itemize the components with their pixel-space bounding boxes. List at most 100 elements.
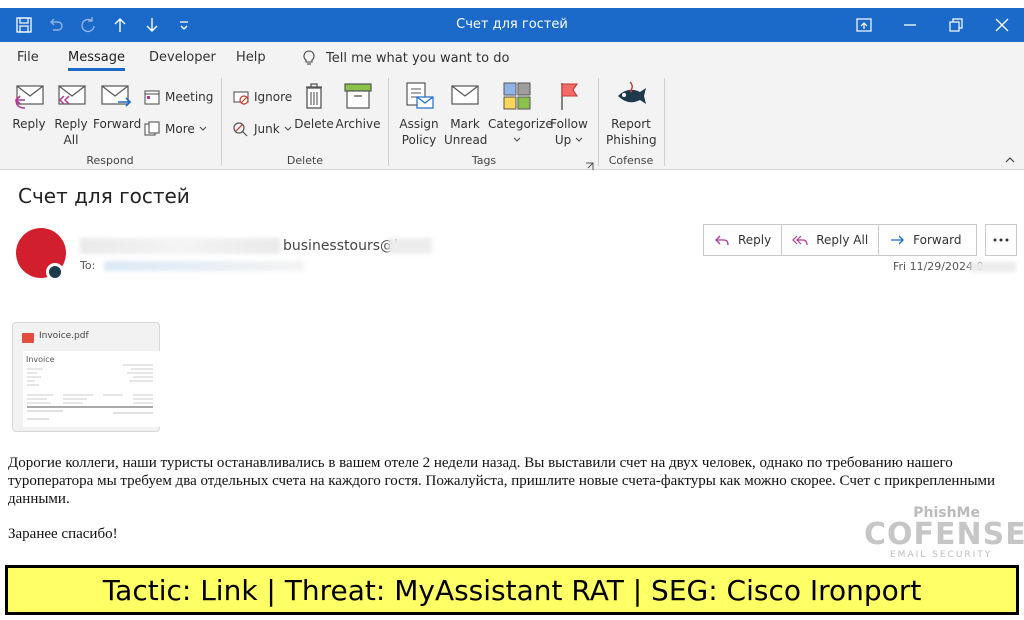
- close-icon[interactable]: [990, 15, 1014, 35]
- categorize-label: Categorize: [488, 117, 553, 131]
- delete-label: Delete: [294, 117, 334, 131]
- tags-group-label: Tags: [471, 154, 497, 167]
- meeting-button[interactable]: Meeting: [143, 88, 213, 106]
- message-subject: Счет для гостей: [18, 184, 190, 208]
- message-actions: Reply Reply All Forward: [703, 224, 977, 256]
- assign-label-1: Assign: [399, 117, 439, 131]
- message-body: Дорогие коллеги, наши туристы останавлив…: [8, 455, 996, 507]
- attachment-card[interactable]: Invoice.pdf Invoice: [12, 322, 166, 432]
- redacted-time: [970, 262, 1016, 272]
- logo-subtitle: EMAIL SECURITY: [890, 550, 993, 560]
- archive-icon: [344, 83, 372, 109]
- chevron-down-icon: [199, 126, 207, 131]
- ribbon: Reply Reply All Forward Meeting More Res…: [0, 74, 1024, 170]
- assign-label-2: Policy: [401, 133, 437, 147]
- tell-me-label: Tell me what you want to do: [326, 50, 510, 66]
- ribbon-display-icon[interactable]: [852, 15, 876, 35]
- forward-icon: [101, 85, 132, 107]
- forward-button-label: Forward: [913, 233, 962, 247]
- reply-all-ribbon-button[interactable]: Reply All: [52, 82, 90, 148]
- junk-label: Junk: [254, 122, 280, 136]
- reply-all-button-label: Reply All: [816, 233, 869, 247]
- attachment-filename: Invoice.pdf: [39, 331, 89, 341]
- meeting-label: Meeting: [165, 90, 214, 104]
- reply-all-icon: [58, 85, 86, 105]
- reply-button-label: Reply: [738, 233, 772, 247]
- forward-button[interactable]: Forward: [879, 225, 971, 255]
- tab-message[interactable]: Message: [68, 50, 125, 71]
- delete-group-label: Delete: [286, 154, 324, 167]
- ignore-label: Ignore: [254, 90, 293, 104]
- archive-label: Archive: [335, 117, 381, 131]
- ellipsis-icon: [993, 238, 1009, 242]
- report-label-1: Report: [611, 117, 651, 131]
- title-bar: Счет для гостей: [0, 8, 1024, 42]
- presence-status-icon: [46, 263, 64, 281]
- reply-ribbon-button[interactable]: Reply: [10, 82, 48, 132]
- follow-up-button[interactable]: Follow Up: [548, 80, 590, 148]
- mark-unread-button[interactable]: Mark Unread: [444, 80, 488, 148]
- archive-ribbon-button[interactable]: Archive: [335, 80, 381, 132]
- ignore-button[interactable]: Ignore: [232, 88, 292, 106]
- reply-all-arrow-icon: [792, 235, 808, 246]
- assign-policy-button[interactable]: Assign Policy: [396, 80, 442, 148]
- mark-label-2: Unread: [444, 133, 488, 147]
- chevron-down-icon: [284, 126, 292, 131]
- lightbulb-icon: [303, 50, 315, 65]
- mark-unread-icon: [451, 85, 479, 105]
- logo-cofense: COFENSE: [864, 517, 1024, 552]
- follow-label-2: Up: [554, 133, 572, 147]
- categorize-button[interactable]: Categorize: [488, 80, 553, 148]
- delete-ribbon-button[interactable]: Delete: [294, 80, 334, 132]
- sender-address[interactable]: businesstours@b: [283, 238, 403, 254]
- reply-all-button[interactable]: Reply All: [782, 225, 880, 255]
- junk-button[interactable]: Junk: [232, 120, 292, 138]
- junk-icon: [233, 122, 248, 137]
- menu-bar: File Message Developer Help Tell me what…: [0, 42, 1024, 74]
- restore-icon[interactable]: [944, 15, 968, 35]
- chevron-down-icon: [575, 137, 583, 142]
- reply-arrow-icon: [715, 235, 729, 246]
- reply-label: Reply: [12, 117, 46, 131]
- reply-all-label-2: All: [63, 133, 79, 147]
- phish-fish-icon: [618, 81, 646, 104]
- flag-icon: [561, 83, 579, 110]
- redacted-recipient: [104, 261, 304, 271]
- mark-label-1: Mark: [450, 117, 480, 131]
- reply-button[interactable]: Reply: [704, 225, 783, 255]
- pdf-icon: [22, 333, 34, 343]
- more-actions-button[interactable]: [985, 224, 1017, 256]
- more-respond-button[interactable]: More: [143, 120, 207, 138]
- redacted-sender-name: [80, 238, 280, 254]
- more-label: More: [165, 122, 195, 136]
- preview-lines: [27, 364, 153, 420]
- threat-banner: Tactic: Link | Threat: MyAssistant RAT |…: [5, 565, 1019, 615]
- tab-developer[interactable]: Developer: [149, 50, 216, 65]
- chevron-down-icon: [513, 137, 521, 142]
- tell-me-search[interactable]: Tell me what you want to do: [302, 50, 509, 66]
- cofense-logo: PhishMe COFENSE EMAIL SECURITY: [862, 505, 1024, 561]
- forward-arrow-icon: [891, 235, 905, 245]
- follow-label-1: Follow: [550, 117, 588, 131]
- respond-group-label: Respond: [86, 154, 134, 167]
- to-label: To:: [80, 259, 96, 272]
- dialog-launcher-icon[interactable]: [585, 156, 594, 170]
- redacted-sender-domain: [388, 238, 432, 254]
- ignore-icon: [233, 91, 249, 105]
- trash-icon: [306, 83, 322, 109]
- assign-policy-icon: [406, 82, 434, 109]
- calendar-icon: [144, 90, 160, 105]
- reply-icon: [14, 85, 44, 109]
- report-phishing-button[interactable]: Report Phishing: [606, 80, 657, 148]
- collapse-ribbon-icon[interactable]: [1004, 154, 1016, 166]
- more-respond-icon: [144, 121, 160, 136]
- forward-label: Forward: [93, 117, 142, 131]
- minimize-icon[interactable]: [898, 15, 922, 35]
- message-signoff: Заранее спасибо!: [8, 526, 118, 542]
- report-label-2: Phishing: [606, 133, 657, 147]
- tab-help[interactable]: Help: [236, 50, 266, 65]
- ribbon-separator: [664, 78, 665, 166]
- ribbon-separator: [221, 78, 222, 166]
- forward-ribbon-button[interactable]: Forward: [93, 82, 142, 132]
- tab-file[interactable]: File: [17, 50, 39, 65]
